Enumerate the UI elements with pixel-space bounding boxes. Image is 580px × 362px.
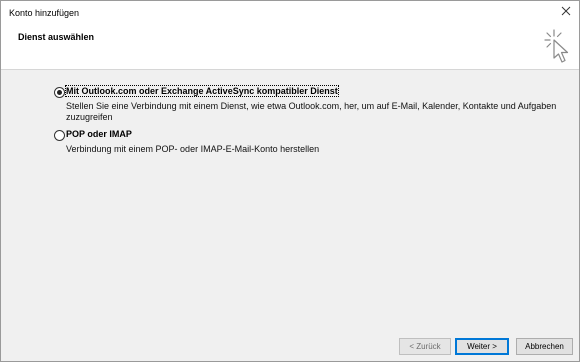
option-pop-imap-description: Verbindung mit einem POP- oder IMAP-E-Ma… bbox=[66, 144, 566, 155]
next-button[interactable]: Weiter > bbox=[455, 338, 509, 355]
option-exchange-label[interactable]: Mit Outlook.com oder Exchange ActiveSync… bbox=[65, 85, 339, 97]
back-button[interactable]: < Zurück bbox=[399, 338, 451, 355]
option-pop-imap-label[interactable]: POP oder IMAP bbox=[66, 129, 132, 139]
radio-exchange[interactable] bbox=[54, 87, 65, 98]
add-account-dialog: Konto hinzufügen Dienst auswählen Mit Ou… bbox=[0, 0, 580, 362]
description-line: Stellen Sie eine Verbindung mit einem Di… bbox=[66, 101, 557, 111]
radio-pop-imap[interactable] bbox=[54, 130, 65, 141]
title-bar: Konto hinzufügen bbox=[1, 1, 579, 25]
window-title: Konto hinzufügen bbox=[9, 8, 80, 18]
description-line: Verbindung mit einem POP- oder IMAP-E-Ma… bbox=[66, 144, 320, 154]
cursor-click-icon bbox=[541, 27, 577, 65]
wizard-header: Dienst auswählen bbox=[1, 25, 579, 70]
option-exchange-description: Stellen Sie eine Verbindung mit einem Di… bbox=[66, 101, 566, 123]
close-icon[interactable] bbox=[559, 4, 573, 18]
page-title: Dienst auswählen bbox=[18, 32, 95, 42]
cancel-button[interactable]: Abbrechen bbox=[516, 338, 573, 355]
description-line: zuzugreifen bbox=[66, 112, 113, 122]
